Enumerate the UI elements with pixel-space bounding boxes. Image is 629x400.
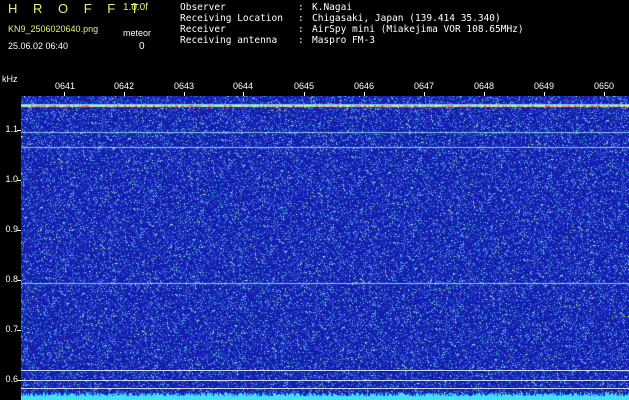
station-info: Observer: K.Nagai Receiving Location: Chig…: [180, 2, 524, 46]
meta-value: AirSpy mini (Miakejima VOR 108.65MHz): [312, 24, 524, 35]
meta-sep: :: [298, 35, 304, 46]
header-panel: H R O F F T 1.0.0f KN9_2506020640.png me…: [0, 0, 629, 72]
timestamp-label: 25.06.02 06:40: [8, 41, 69, 51]
meta-sep: :: [298, 24, 304, 35]
version-label: 1.0.0f: [123, 2, 149, 13]
meta-row-location: Receiving Location: Chigasaki, Japan (139…: [180, 13, 524, 24]
meteor-count: 0: [139, 41, 145, 52]
reference-line: [21, 370, 629, 371]
waterfall-spectrogram: [21, 96, 629, 400]
meta-key: Receiving antenna: [180, 35, 278, 46]
meta-value: Maspro FM-3: [312, 35, 375, 46]
meta-key: Receiver: [180, 24, 226, 35]
y-axis-unit: kHz: [2, 74, 18, 84]
y-tick-label: 1.0: [5, 174, 18, 184]
meta-row-receiver: Receiver: AirSpy mini (Miakejima VOR 108.…: [180, 24, 524, 35]
x-tick-label: 0649: [534, 81, 555, 91]
meta-value: Chigasaki, Japan (139.414 35.340): [312, 13, 501, 24]
reference-line: [21, 388, 629, 389]
x-tick-label: 0643: [174, 81, 195, 91]
x-tick-label: 0648: [474, 81, 495, 91]
meta-row-antenna: Receiving antenna: Maspro FM-3: [180, 35, 524, 46]
x-tick-label: 0650: [594, 81, 615, 91]
meteor-label: meteor: [123, 28, 152, 38]
meta-value: K.Nagai: [312, 2, 353, 13]
y-tick-label: 0.9: [5, 224, 18, 234]
meta-sep: :: [298, 13, 304, 24]
x-tick-label: 0647: [414, 81, 435, 91]
x-tick-label: 0645: [294, 81, 315, 91]
x-tick-label: 0644: [233, 81, 254, 91]
x-tick-label: 0641: [55, 81, 76, 91]
x-tick-label: 0646: [354, 81, 375, 91]
y-tick-label: 0.6: [5, 374, 18, 384]
meta-row-observer: Observer: K.Nagai: [180, 2, 524, 13]
x-tick-label: 0642: [114, 81, 135, 91]
y-tick-label: 1.1: [5, 124, 18, 134]
reference-line: [21, 380, 629, 381]
meta-key: Observer: [180, 2, 226, 13]
meta-key: Receiving Location: [180, 13, 283, 24]
y-tick-label: 0.7: [5, 324, 18, 334]
y-tick-label: 0.8: [5, 274, 18, 284]
filename-label: KN9_2506020640.png: [8, 24, 99, 34]
meta-sep: :: [298, 2, 304, 13]
